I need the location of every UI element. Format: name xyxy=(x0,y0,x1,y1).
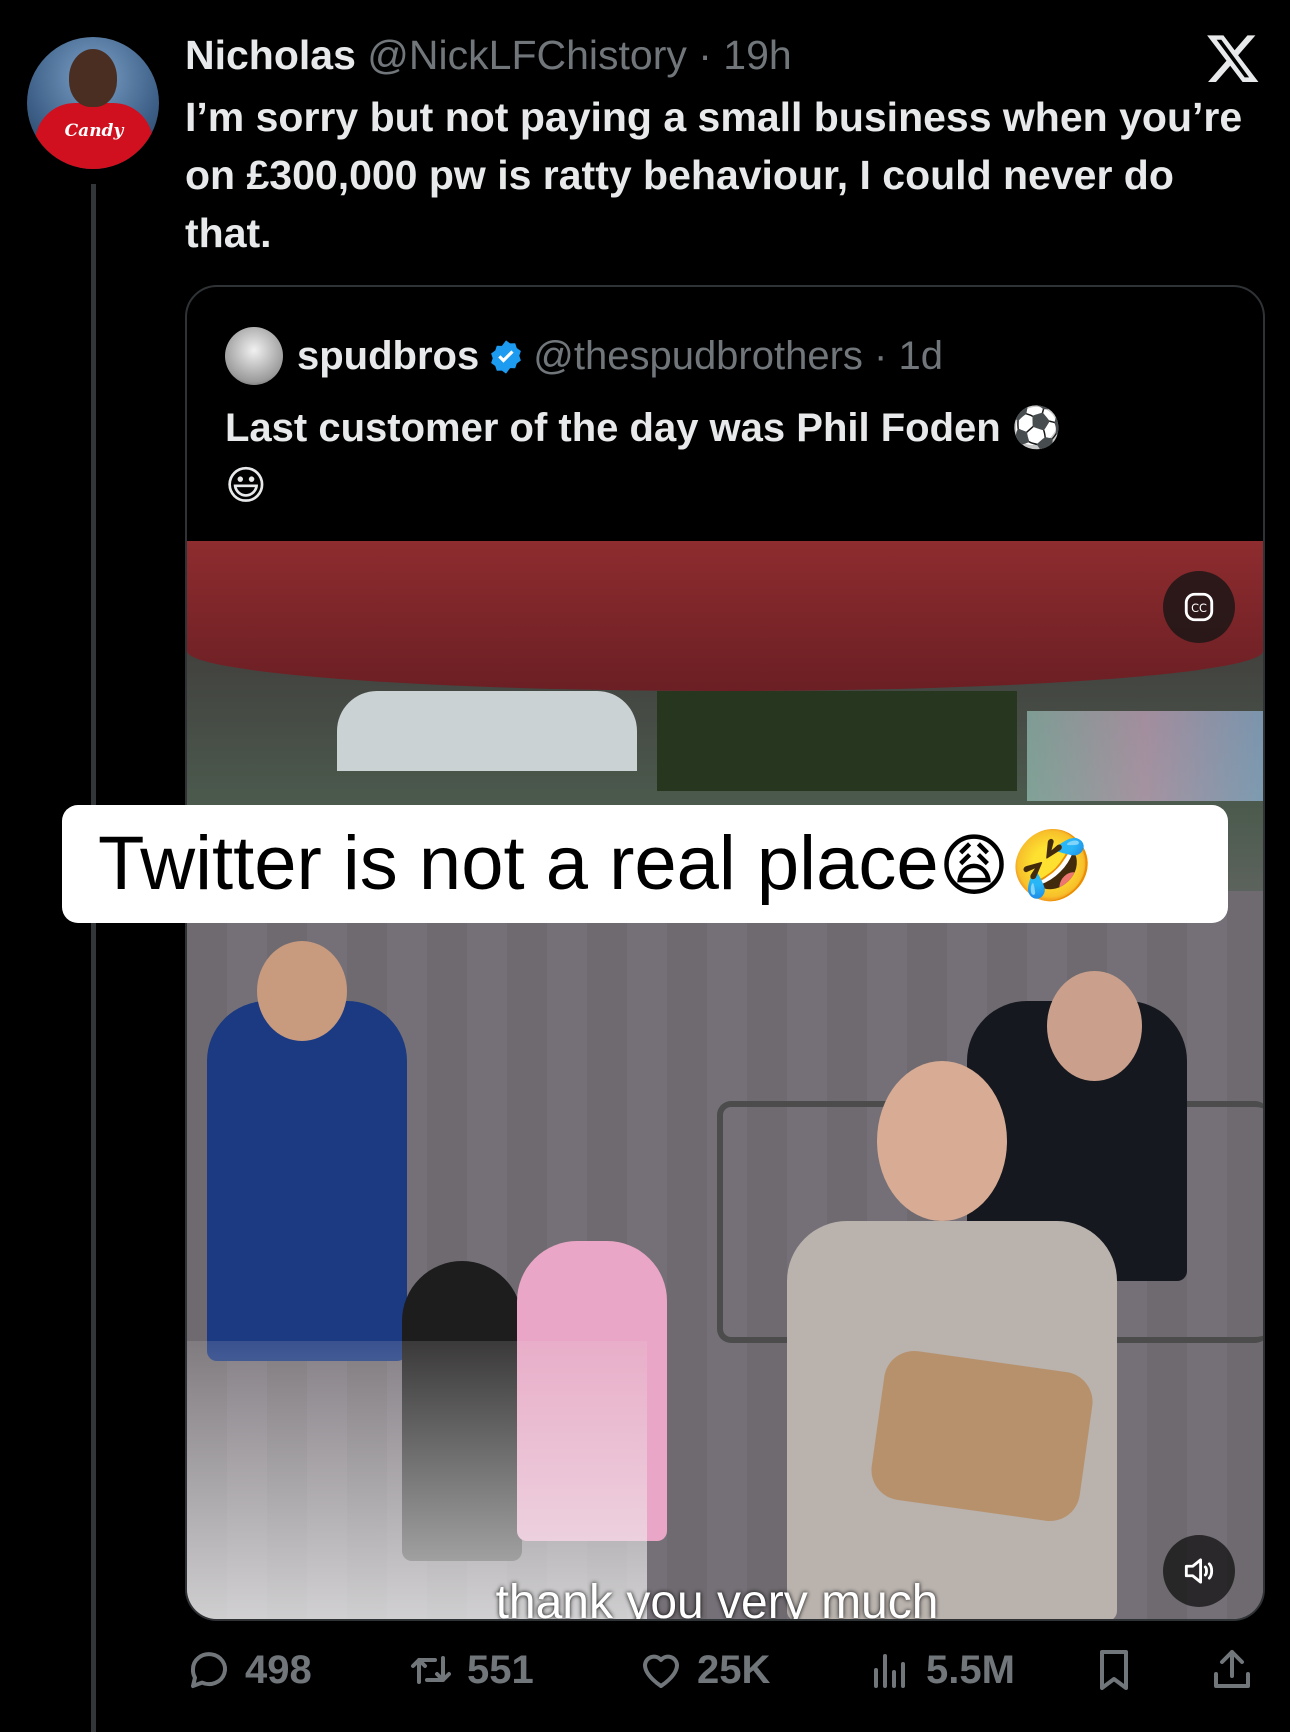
video-player[interactable]: thank you very much CC xyxy=(187,541,1263,1619)
quoted-text-body: Last customer of the day was Phil Foden xyxy=(225,406,1001,450)
author-handle[interactable]: @NickLFChistory xyxy=(367,32,687,78)
video-person-security-head xyxy=(1047,971,1142,1081)
avatar-head xyxy=(69,49,117,107)
tweet-header: Nicholas @NickLFChistory · 19h xyxy=(185,30,792,80)
bookmark-icon xyxy=(1100,1650,1128,1690)
video-person-woman xyxy=(207,1001,407,1361)
repost-icon xyxy=(411,1656,451,1684)
video-tent xyxy=(337,691,637,771)
soccer-ball-emoji: ⚽ xyxy=(1011,405,1062,451)
like-icon xyxy=(643,1654,679,1688)
x-logo-icon[interactable] xyxy=(1205,30,1261,86)
video-person-customer-head xyxy=(877,1061,1007,1221)
author-name[interactable]: Nicholas xyxy=(185,32,356,78)
captions-icon: CC xyxy=(1184,592,1214,622)
video-paper-bag xyxy=(867,1347,1097,1525)
volume-icon xyxy=(1184,1558,1214,1584)
video-canopy xyxy=(187,541,1263,691)
video-trees xyxy=(657,691,1017,791)
reply-count: 498 xyxy=(245,1647,312,1692)
video-person-woman-head xyxy=(257,941,347,1041)
overlay-caption-text: Twitter is not a real place xyxy=(98,821,939,906)
quoted-separator: · xyxy=(862,334,899,378)
share-icon xyxy=(1214,1650,1250,1688)
bookmark-button[interactable] xyxy=(1090,1638,1150,1702)
quoted-avatar[interactable] xyxy=(225,327,283,385)
reply-button[interactable]: 498 xyxy=(185,1638,312,1702)
quoted-handle[interactable]: @thespudbrothers xyxy=(533,334,863,378)
quoted-time[interactable]: 1d xyxy=(898,334,943,378)
avatar-shirt-logo: Candy xyxy=(64,121,124,141)
overlay-emoji: 😩🤣 xyxy=(938,827,1095,906)
quoted-tweet[interactable]: spudbros @thespudbrothers · 1d Last custo… xyxy=(185,285,1265,1621)
smiley-emoji: 😃 xyxy=(225,463,267,509)
quoted-author-name[interactable]: spudbros xyxy=(297,334,479,378)
quoted-text: Last customer of the day was Phil Foden … xyxy=(225,399,1225,515)
repost-button[interactable]: 551 xyxy=(407,1638,534,1702)
video-fair-lights xyxy=(1027,711,1263,801)
author-avatar[interactable]: Candy xyxy=(27,37,159,169)
repost-count: 551 xyxy=(467,1647,534,1692)
volume-button[interactable] xyxy=(1163,1535,1235,1607)
video-caption: thank you very much xyxy=(495,1576,939,1619)
verified-badge-icon xyxy=(491,340,522,374)
views-count: 5.5M xyxy=(926,1647,1015,1692)
views-button[interactable]: 5.5M xyxy=(866,1638,1015,1702)
thread-line xyxy=(91,184,96,1732)
action-bar: 498 551 25K 5.5M xyxy=(185,1638,1265,1702)
quoted-header: spudbros @thespudbrothers · 1d xyxy=(297,327,943,385)
meta-separator: · xyxy=(686,32,724,78)
like-button[interactable]: 25K xyxy=(637,1638,770,1702)
tweet-text: I’m sorry but not paying a small busines… xyxy=(185,94,1243,256)
like-count: 25K xyxy=(697,1647,771,1692)
tweet-time[interactable]: 19h xyxy=(723,32,791,78)
views-icon xyxy=(874,1654,905,1688)
svg-text:CC: CC xyxy=(1191,601,1207,615)
captions-button[interactable]: CC xyxy=(1163,571,1235,643)
reply-icon xyxy=(190,1652,227,1688)
overlay-caption-banner: Twitter is not a real place😩🤣 xyxy=(62,805,1228,923)
share-button[interactable] xyxy=(1208,1638,1268,1702)
